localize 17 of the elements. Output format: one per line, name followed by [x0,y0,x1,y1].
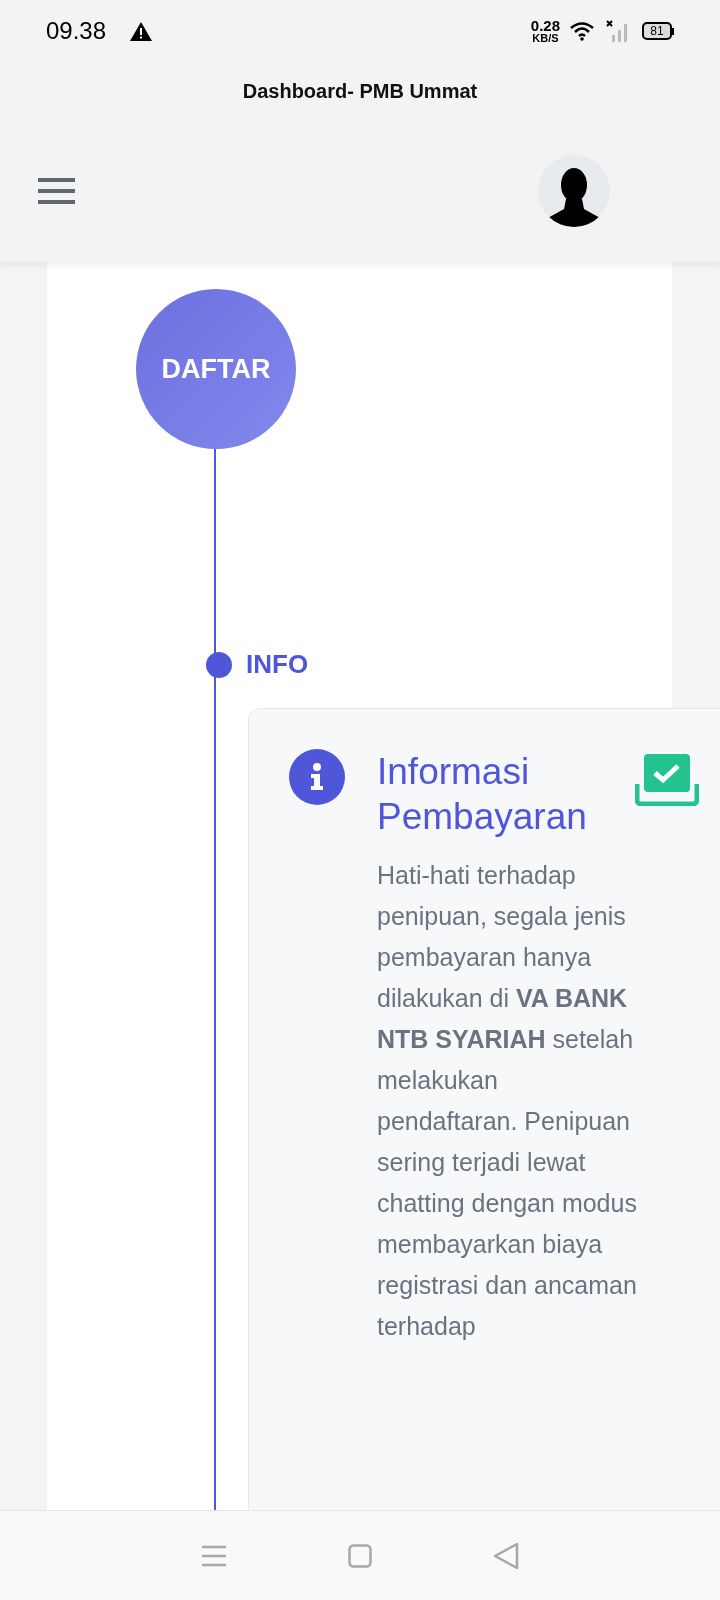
back-icon[interactable] [493,1541,520,1570]
network-speed-unit: KB/S [532,33,559,44]
menu-icon[interactable] [200,1544,227,1567]
home-icon[interactable] [348,1543,372,1568]
warning-icon [130,21,153,41]
status-time: 09.38 [46,16,107,46]
info-icon [289,749,345,805]
tray-check-icon [635,754,699,806]
window-title: Dashboard- PMB Ummat [242,79,478,104]
step-label: DAFTAR [161,352,271,386]
card-title: Informasi Pembayaran [377,750,588,839]
menu-icon[interactable] [38,178,75,204]
battery-level: 81 [650,25,664,37]
step-label: INFO [246,648,309,681]
card-text: Hati-hati terhadap penipuan, segala jenis pembayaran hanya dilakukan di VA BANK NTB SYARIAH setelah melakukan pendaftaran. Penipuan sering terjadi lewat chatting dengan modus membayarkan biaya registrasi dan ancaman terhadap [377,860,638,1342]
wifi-icon [570,21,596,41]
network-speed: 0.28 [530,18,560,33]
